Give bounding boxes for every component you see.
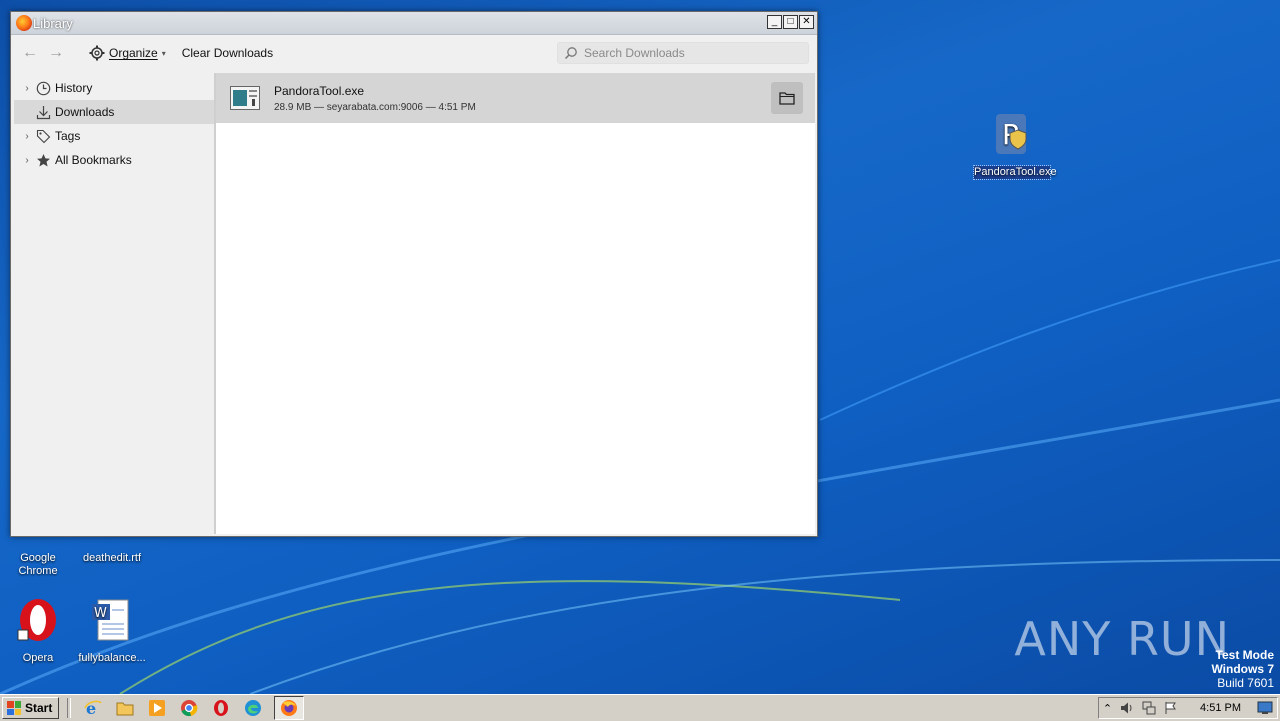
gear-icon: [89, 45, 105, 61]
anyrun-watermark: ANY RUN: [1014, 612, 1230, 666]
start-label: Start: [25, 701, 53, 715]
sidebar-item-label: History: [55, 81, 93, 95]
desktop-icon-deathedit[interactable]: deathedit.rtf: [74, 536, 150, 565]
desktop-icon-opera[interactable]: Opera: [0, 596, 76, 665]
desktop-icon-pandoratool[interactable]: P PandoraTool.exe: [973, 110, 1057, 180]
taskbar-separator: [67, 698, 72, 718]
edge-taskbar-icon[interactable]: [242, 697, 264, 719]
download-details: 28.9 MB — seyarabata.com:9006 — 4:51 PM: [274, 101, 476, 113]
library-sidebar: › History Downloads › Tags › All Bookmar…: [14, 73, 215, 534]
test-mode-line2: Windows 7: [1211, 662, 1274, 676]
show-desktop-icon[interactable]: [1257, 701, 1273, 715]
sidebar-item-label: Downloads: [55, 105, 115, 119]
close-button[interactable]: ✕: [799, 15, 814, 29]
search-downloads-box[interactable]: [557, 42, 809, 64]
network-icon[interactable]: [1142, 701, 1156, 715]
test-mode-line3: Build 7601: [1217, 676, 1274, 690]
maximize-button[interactable]: □: [783, 15, 798, 29]
folder-icon: [779, 92, 795, 105]
opera-taskbar-icon[interactable]: [210, 697, 232, 719]
firefox-taskbar-icon[interactable]: [274, 696, 305, 720]
chrome-taskbar-icon[interactable]: [178, 697, 200, 719]
test-mode-notice: Test Mode Windows 7 Build 7601: [1211, 648, 1274, 690]
test-mode-line1: Test Mode: [1215, 648, 1274, 662]
organize-button[interactable]: Organize ▾: [89, 45, 166, 61]
organize-label: Organize: [109, 46, 158, 60]
clear-downloads-button[interactable]: Clear Downloads: [182, 46, 273, 60]
taskbar: Start e ⌃ 4:51 PM: [0, 694, 1280, 721]
search-icon: [564, 47, 577, 60]
sidebar-item-tags[interactable]: › Tags: [14, 124, 214, 148]
star-icon: [35, 152, 51, 168]
library-body: › History Downloads › Tags › All Bookmar…: [14, 73, 815, 534]
expand-chevron-icon[interactable]: ›: [19, 155, 35, 166]
sidebar-item-label: Tags: [55, 129, 81, 143]
desktop-icon-label: Google Chrome: [18, 552, 58, 577]
internet-explorer-taskbar-icon[interactable]: e: [82, 697, 104, 719]
download-filename: PandoraTool.exe: [274, 83, 365, 98]
forward-button[interactable]: →: [45, 42, 67, 64]
action-center-flag-icon[interactable]: [1164, 701, 1178, 715]
show-in-folder-button[interactable]: [771, 82, 803, 114]
search-input[interactable]: [582, 45, 796, 61]
pandora-app-icon: P: [996, 114, 1027, 154]
sidebar-item-downloads[interactable]: Downloads: [14, 100, 214, 124]
desktop-icon-label: fullybalance...: [78, 652, 146, 664]
media-player-taskbar-icon[interactable]: [146, 697, 168, 719]
desktop-icon-label: Opera: [22, 652, 54, 664]
file-explorer-taskbar-icon[interactable]: [114, 697, 136, 719]
library-window: Library _ □ ✕ ← → Organize ▾ Clear Downl…: [10, 11, 818, 537]
executable-file-icon: [230, 86, 260, 110]
window-titlebar[interactable]: Library _ □ ✕: [11, 12, 817, 35]
download-icon: [35, 104, 51, 120]
downloads-list: PandoraTool.exe 28.9 MB — seyarabata.com…: [215, 73, 815, 534]
word-document-icon: W: [92, 599, 129, 641]
sidebar-item-history[interactable]: › History: [14, 76, 214, 100]
download-item-text: PandoraTool.exe 28.9 MB — seyarabata.com…: [274, 84, 476, 113]
window-caption-buttons: _ □ ✕: [767, 15, 814, 29]
sidebar-item-all-bookmarks[interactable]: › All Bookmarks: [14, 148, 214, 172]
desktop-icon-fullybalance[interactable]: W fullybalance...: [74, 596, 150, 665]
firefox-logo-icon: [16, 15, 32, 31]
sidebar-item-label: All Bookmarks: [55, 153, 132, 167]
window-title: Library: [33, 15, 73, 31]
desktop-icon-label: deathedit.rtf: [82, 552, 142, 564]
windows-flag-icon: [7, 701, 21, 715]
expand-chevron-icon[interactable]: ›: [19, 83, 35, 94]
chevron-down-icon: ▾: [161, 48, 166, 58]
volume-icon[interactable]: [1120, 701, 1134, 715]
desktop-icon-chrome[interactable]: Google Chrome: [0, 536, 76, 578]
taskbar-clock[interactable]: 4:51 PM: [1200, 702, 1241, 714]
clock-icon: [35, 80, 51, 96]
minimize-button[interactable]: _: [767, 15, 782, 29]
show-hidden-icons-chevron-icon[interactable]: ⌃: [1103, 702, 1112, 715]
desktop-icon-label: PandoraTool.exe: [973, 165, 1057, 180]
back-button[interactable]: ←: [19, 42, 41, 64]
svg-text:W: W: [94, 606, 107, 621]
library-toolbar: ← → Organize ▾ Clear Downloads: [11, 35, 817, 71]
opera-icon: [17, 599, 56, 641]
download-item[interactable]: PandoraTool.exe 28.9 MB — seyarabata.com…: [216, 73, 815, 123]
expand-chevron-icon[interactable]: ›: [19, 131, 35, 142]
start-button[interactable]: Start: [2, 697, 60, 719]
system-tray: ⌃ 4:51 PM: [1097, 697, 1278, 719]
tag-icon: [35, 128, 51, 144]
